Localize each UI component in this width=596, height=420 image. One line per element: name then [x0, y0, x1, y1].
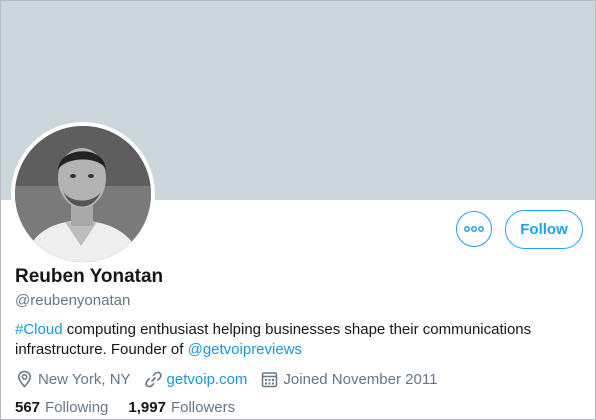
bio: #Cloud computing enthusiast helping busi… — [15, 320, 555, 360]
join-date-text: Joined November 2011 — [283, 370, 438, 388]
profile-stats: 567 Following 1,997 Followers — [15, 399, 235, 416]
location-text: New York, NY — [38, 370, 131, 388]
following-label: Following — [45, 399, 109, 416]
more-button[interactable] — [456, 211, 492, 247]
location: New York, NY — [16, 370, 131, 388]
followers-label: Followers — [170, 399, 236, 416]
profile-meta: New York, NY getvoip.com Joined November — [16, 369, 437, 389]
followers-count: 1,997 — [128, 399, 166, 416]
followers-stat[interactable]: 1,997 Followers — [128, 399, 235, 416]
profile-photo — [15, 126, 151, 262]
following-stat[interactable]: 567 Following — [15, 399, 108, 416]
join-date: Joined November 2011 — [261, 371, 437, 388]
website[interactable]: getvoip.com — [144, 371, 248, 388]
user-handle: @reubenyonatan — [15, 292, 131, 309]
hashtag-link[interactable]: #Cloud — [15, 321, 63, 338]
calendar-icon — [262, 371, 278, 387]
link-icon — [144, 371, 162, 387]
more-dots-icon — [464, 226, 484, 232]
display-name: Reuben Yonatan — [15, 266, 164, 287]
location-pin-icon — [17, 370, 32, 388]
following-count: 567 — [15, 399, 41, 416]
website-link[interactable]: getvoip.com — [167, 371, 248, 388]
profile-card: Follow Reuben Yonatan @reubenyonatan #Cl… — [0, 0, 596, 420]
follow-button[interactable]: Follow — [505, 210, 583, 249]
avatar[interactable] — [11, 122, 155, 266]
mention-link[interactable]: @getvoipreviews — [188, 341, 302, 358]
